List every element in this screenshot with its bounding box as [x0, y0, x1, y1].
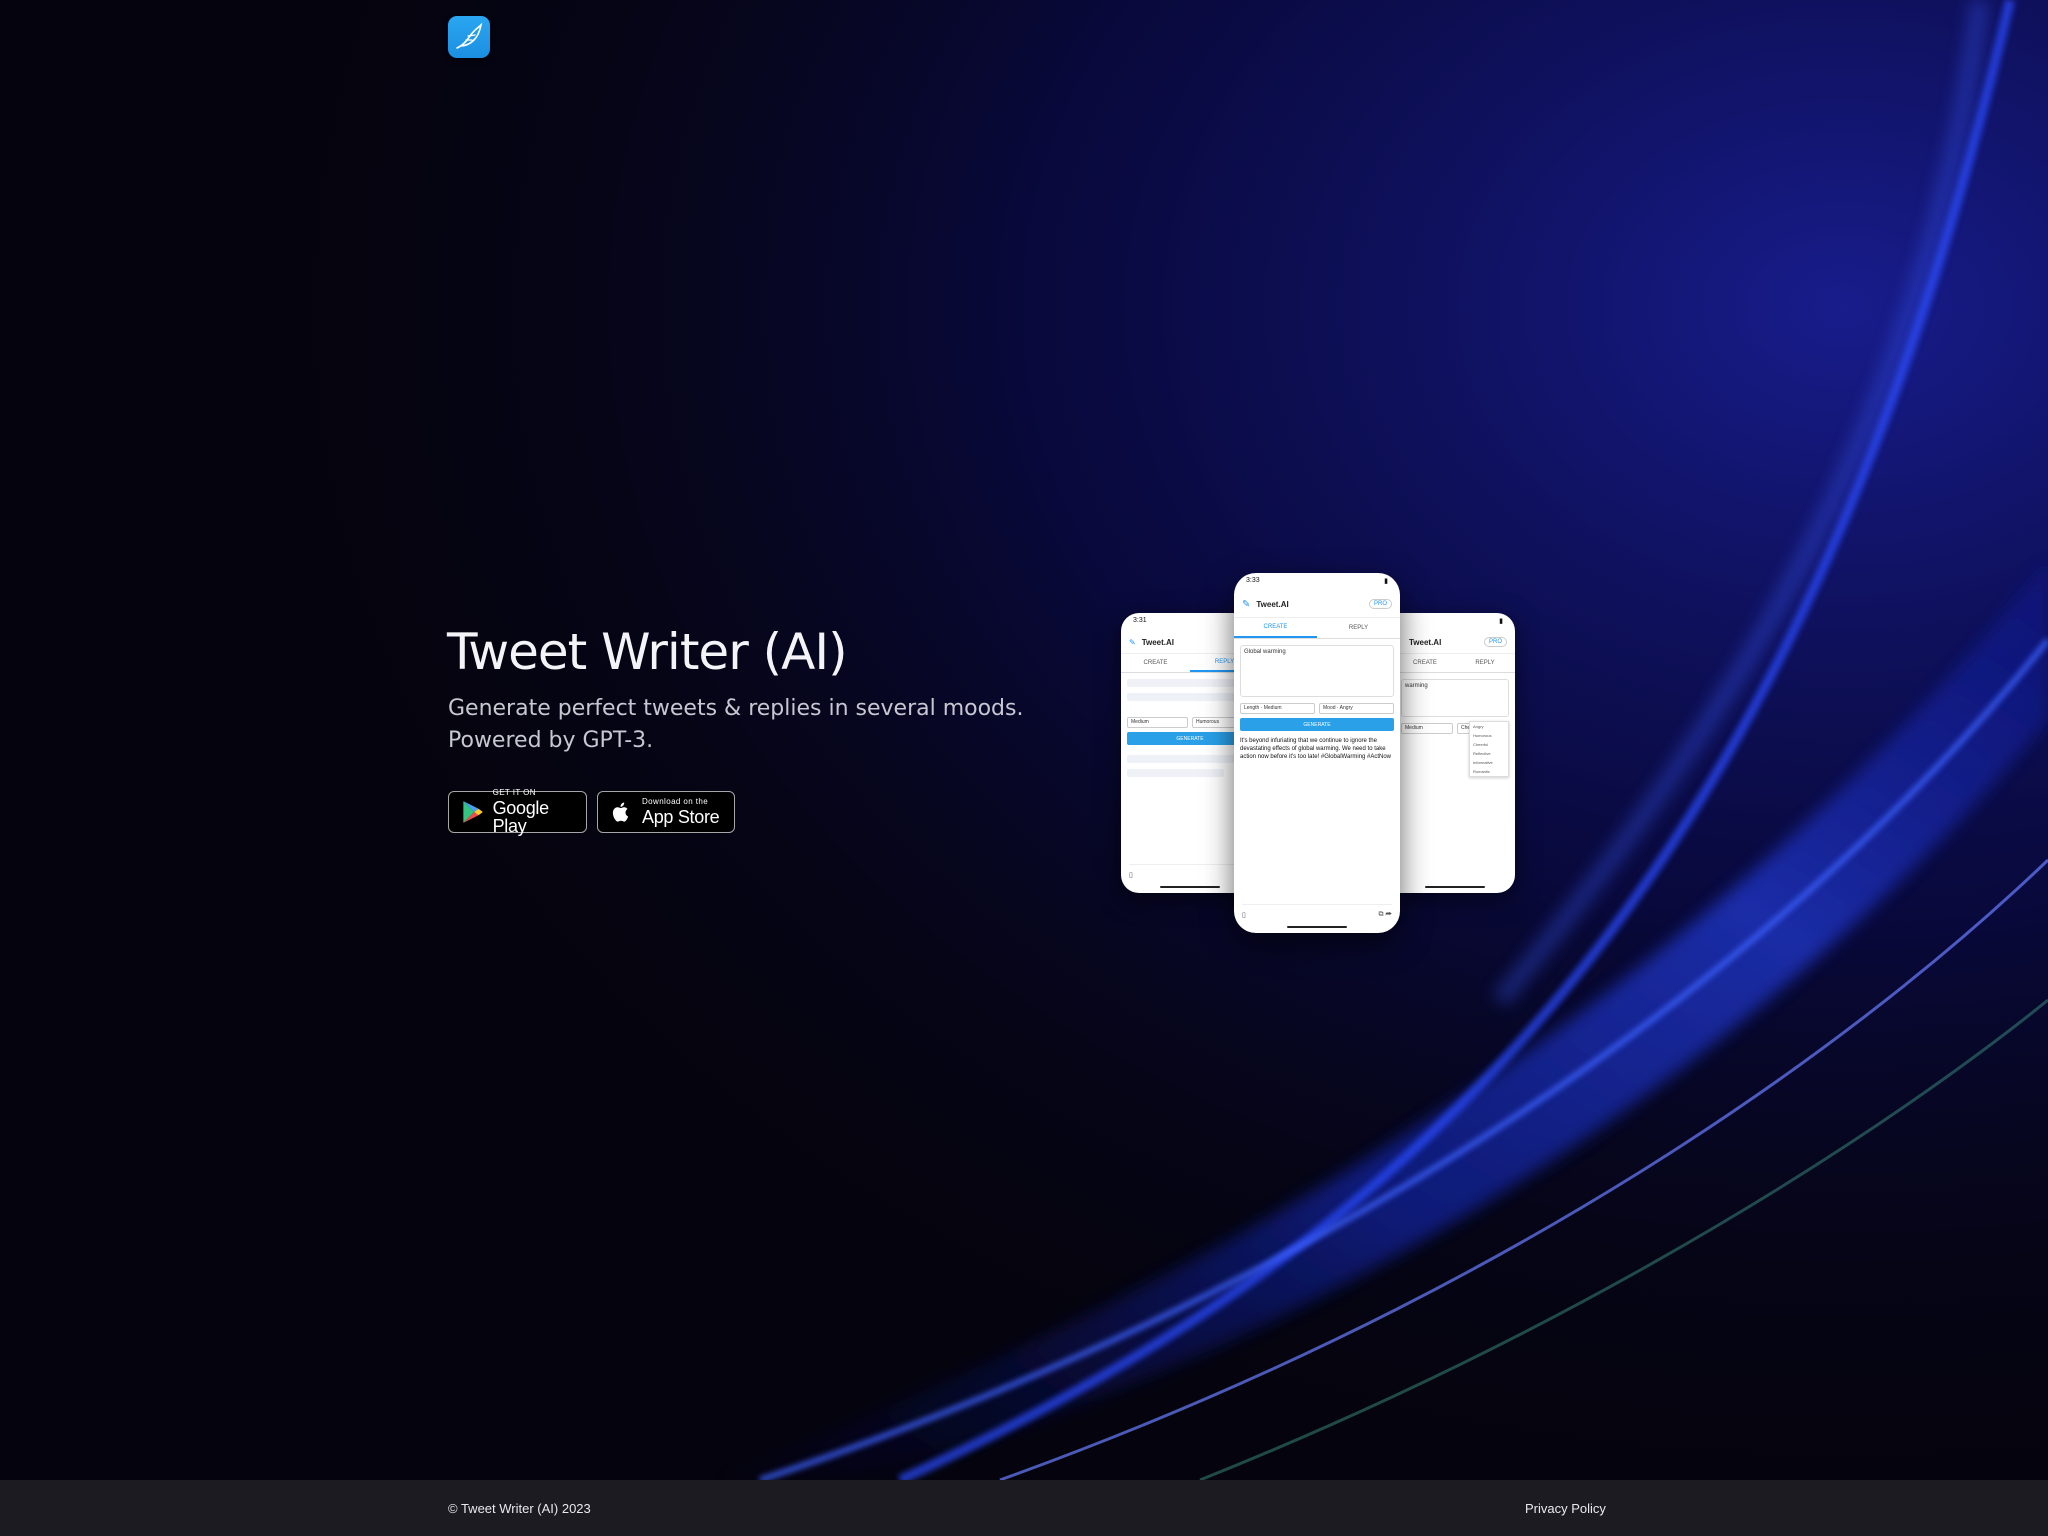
mood-select: Mood · Angry — [1319, 703, 1394, 714]
length-select: Length · Medium — [1240, 703, 1315, 714]
mood-option: Cheerful — [1473, 742, 1489, 747]
topic-input: warming — [1401, 679, 1509, 717]
status-time: 3:33 — [1246, 577, 1260, 584]
app-title: Tweet.AI — [1409, 637, 1442, 647]
home-indicator — [1160, 886, 1220, 888]
copyright-text: © Tweet Writer (AI) 2023 — [448, 1501, 591, 1516]
tab-reply: REPLY — [1348, 625, 1369, 631]
pro-badge: PRO — [1483, 637, 1507, 647]
battery-icon: ▮ — [1499, 618, 1503, 625]
phone-mockup-right: ▮ Tweet.AI PRO CREATE REPLY warming Medi… — [1395, 613, 1515, 893]
generated-tweet: It's beyond infuriating that we continue… — [1240, 738, 1391, 760]
google-play-big-text: Google Play — [492, 798, 550, 836]
home-indicator — [1287, 926, 1347, 928]
tab-create: CREATE — [1143, 660, 1168, 666]
logo-icon[interactable] — [448, 16, 490, 58]
privacy-policy-link[interactable]: Privacy Policy — [1525, 1501, 1606, 1516]
pro-badge: PRO — [1368, 599, 1392, 609]
status-time: 3:31 — [1133, 617, 1147, 624]
feather-icon: ✎ — [1242, 598, 1251, 610]
feather-icon: ✎ — [1129, 637, 1136, 647]
output-line — [1127, 769, 1224, 777]
tab-create: CREATE — [1234, 618, 1317, 638]
text-preview-line — [1127, 693, 1238, 701]
mood-option: Romantic — [1473, 769, 1490, 774]
app-store-button[interactable]: Download on the App Store — [597, 791, 735, 833]
google-play-small-text: GET IT ON — [492, 788, 536, 797]
mood-option: Informative — [1473, 760, 1493, 765]
google-play-button[interactable]: GET IT ON Google Play — [448, 788, 587, 836]
app-title: Tweet.AI — [1256, 599, 1289, 609]
trash-icon: ▯ — [1242, 912, 1246, 919]
battery-icon: ▮ — [1384, 578, 1388, 585]
length-select: Medium — [1127, 717, 1188, 728]
tab-reply: REPLY — [1475, 660, 1495, 666]
mood-option: Humorous — [1473, 733, 1492, 738]
google-play-icon — [457, 797, 487, 827]
app-store-small-text: Download on the — [642, 797, 709, 806]
topic-input: Global warming — [1240, 645, 1394, 697]
mood-option: Reflective — [1473, 751, 1491, 756]
apple-icon — [606, 797, 636, 827]
hero-subtitle: Generate perfect tweets & replies in sev… — [448, 696, 1024, 753]
hero-title: Tweet Writer (AI) — [447, 623, 848, 681]
length-select: Medium — [1401, 723, 1453, 734]
home-indicator — [1425, 886, 1485, 888]
site-footer: © Tweet Writer (AI) 2023 Privacy Policy — [0, 1480, 2048, 1536]
copy-share-icons: ⧉ ➦ — [1378, 911, 1392, 918]
phone-mockup-center: 3:33 ▮ ✎ Tweet.AI PRO CREATE REPLY Global… — [1234, 573, 1400, 933]
mood-option: Angry — [1473, 724, 1484, 729]
background-swoosh — [0, 0, 2048, 1536]
mood-dropdown: Angry Humorous Cheerful Reflective Infor… — [1469, 721, 1509, 777]
generate-button: GENERATE — [1240, 718, 1394, 731]
tab-create: CREATE — [1413, 660, 1437, 666]
trash-icon: ▯ — [1129, 872, 1133, 879]
app-store-big-text: App Store — [642, 807, 720, 827]
